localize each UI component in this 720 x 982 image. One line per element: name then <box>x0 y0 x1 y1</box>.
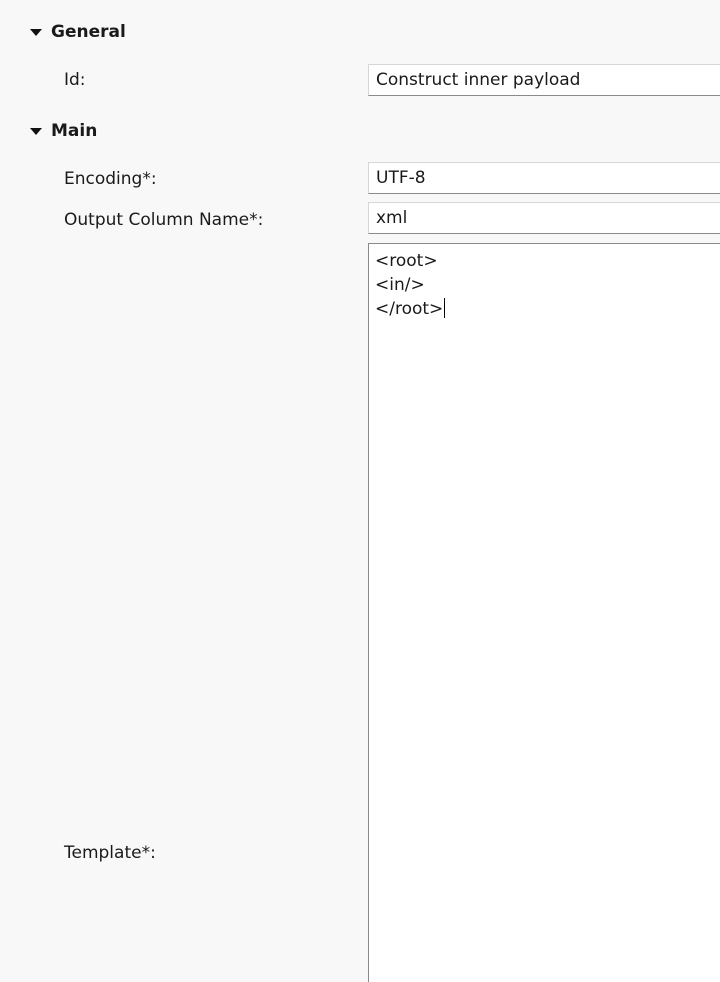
text-cursor <box>444 298 446 318</box>
template-line-text: </root> <box>375 299 444 319</box>
template-label: Template*: <box>64 843 156 863</box>
output-column-label: Output Column Name*: <box>64 210 264 230</box>
section-general-title: General <box>51 22 126 42</box>
output-column-field[interactable]: xml <box>368 202 720 234</box>
template-editor[interactable]: <root> <in/> </root> <box>368 243 720 982</box>
chevron-down-icon[interactable] <box>30 28 42 36</box>
chevron-down-icon[interactable] <box>30 127 42 135</box>
template-line: <in/> <box>375 275 425 295</box>
template-line-last: </root> <box>375 297 720 321</box>
section-main-title: Main <box>51 121 98 141</box>
template-line: <root> <box>375 251 438 271</box>
properties-panel: General Id: Construct inner payload Main… <box>0 0 720 982</box>
section-main-header[interactable]: Main <box>30 119 97 143</box>
section-general-header[interactable]: General <box>30 20 126 44</box>
id-label: Id: <box>64 70 86 90</box>
encoding-field[interactable]: UTF-8 <box>368 162 720 194</box>
id-field[interactable]: Construct inner payload <box>368 64 720 96</box>
encoding-label: Encoding*: <box>64 169 157 189</box>
